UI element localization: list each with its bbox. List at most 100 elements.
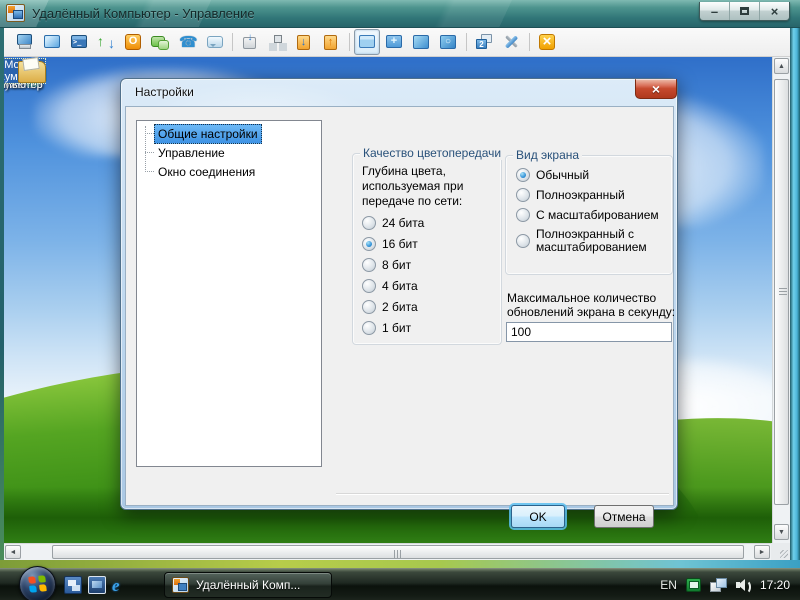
tree-item[interactable]: Окно соединения (154, 162, 321, 181)
desktop-icon-my-documents[interactable]: Мои документы (4, 57, 48, 85)
paste-download-button[interactable] (291, 29, 317, 55)
message-button[interactable] (201, 29, 227, 55)
view-fullscreen-scaled-button[interactable] (435, 29, 461, 55)
color-depth-radio[interactable]: 1 бит (362, 321, 424, 335)
cancel-button[interactable]: Отмена (594, 505, 654, 528)
color-depth-radio[interactable]: 2 бита (362, 300, 424, 314)
horizontal-scroll-thumb[interactable] (52, 545, 744, 559)
tree-item[interactable]: Управление (154, 143, 321, 162)
radio-icon (362, 279, 376, 293)
view-scaled-icon (411, 32, 431, 52)
close-icon: × (771, 5, 779, 18)
view-normal-button[interactable] (354, 29, 380, 55)
radio-icon (362, 237, 376, 251)
window-title: Удалённый Компьютер - Управление (32, 6, 255, 21)
file-transfer-button[interactable] (93, 29, 119, 55)
paste-download-icon (294, 32, 314, 52)
horizontal-scrollbar[interactable]: ◄ ► (4, 543, 771, 560)
taskbar: e Удалённый Комп... EN 17:20 (0, 568, 800, 600)
tray-volume-icon[interactable] (736, 578, 751, 592)
close-icon: × (652, 82, 660, 96)
dialog-close-button[interactable]: × (635, 79, 677, 99)
import-file-button[interactable] (237, 29, 263, 55)
call-icon (177, 32, 197, 52)
ok-button[interactable]: OK (511, 505, 565, 528)
radio-icon (516, 168, 530, 182)
color-depth-radio[interactable]: 16 бит (362, 237, 424, 251)
quicklaunch-remote-desktop[interactable] (88, 576, 106, 594)
color-depth-radio[interactable]: 24 бита (362, 216, 424, 230)
max-updates-input[interactable] (506, 322, 672, 342)
minimize-icon: – (711, 5, 718, 18)
maximize-button[interactable] (730, 2, 760, 20)
paste-upload-icon (321, 32, 341, 52)
screen: Удалённый Компьютер - Управление – × (0, 0, 800, 600)
remote-desktop-button[interactable] (12, 29, 38, 55)
settings-button[interactable] (498, 29, 524, 55)
tray-clock[interactable]: 17:20 (760, 578, 790, 592)
window-border-right (790, 28, 800, 560)
quicklaunch-switch-windows[interactable] (64, 576, 82, 594)
components-icon (267, 32, 287, 52)
remote-desktop-icon (15, 32, 35, 52)
maximize-icon (740, 7, 749, 15)
vertical-scroll-thumb[interactable] (774, 79, 789, 505)
vertical-scrollbar[interactable]: ▲ ▼ (772, 57, 790, 543)
start-button[interactable] (19, 566, 56, 600)
dialog-title: Настройки (135, 85, 194, 99)
system-tray: EN 17:20 (660, 569, 794, 600)
disconnect-icon (537, 32, 557, 52)
screen-view-radio[interactable]: Полноэкранный с масштабированием (516, 228, 659, 254)
tray-network-icon[interactable] (710, 578, 727, 592)
monitor-button[interactable] (39, 29, 65, 55)
group-title: Вид экрана (513, 148, 582, 162)
thumb-grip (394, 550, 403, 558)
tree-item[interactable]: Общие настройки (154, 124, 321, 143)
disconnect-button[interactable] (534, 29, 560, 55)
paste-upload-button[interactable] (318, 29, 344, 55)
close-button[interactable]: × (760, 2, 789, 20)
screen-view-group: Вид экрана Обычный Полноэкранный (505, 155, 673, 275)
title-bar: Удалённый Компьютер - Управление – × (0, 0, 800, 28)
view-normal-icon (357, 32, 377, 52)
call-button[interactable] (174, 29, 200, 55)
console-button[interactable] (66, 29, 92, 55)
quicklaunch-internet-explorer[interactable]: e (112, 576, 130, 594)
view-scaled-button[interactable] (408, 29, 434, 55)
monitor-icon (42, 32, 62, 52)
minimize-button[interactable]: – (700, 2, 730, 20)
settings-dialog: Настройки × Общие настройки Управление (120, 78, 678, 510)
toolbar (4, 28, 790, 57)
scroll-up-button[interactable]: ▲ (774, 58, 789, 74)
import-file-icon (240, 32, 260, 52)
scroll-right-button[interactable]: ► (754, 545, 770, 559)
radio-icon (362, 300, 376, 314)
screen-view-radio[interactable]: С масштабированием (516, 208, 659, 222)
radio-icon (362, 216, 376, 230)
color-quality-group: Качество цветопередачи Глубина цвета, ис… (352, 153, 502, 345)
color-depth-radio[interactable]: 4 бита (362, 279, 424, 293)
settings-tree: Общие настройки Управление Окно соединен… (136, 120, 322, 467)
view-fullscreen-icon (384, 32, 404, 52)
view-fullscreen-scaled-icon (438, 32, 458, 52)
chat-icon (150, 32, 170, 52)
scroll-down-button[interactable]: ▼ (774, 524, 789, 540)
taskbar-task-button[interactable]: Удалённый Комп... (164, 572, 332, 598)
radio-icon (362, 258, 376, 272)
button-separator (336, 493, 669, 494)
max-updates-label: Максимальное количество обновлений экран… (507, 291, 679, 319)
color-depth-radio[interactable]: 8 бит (362, 258, 424, 272)
screen-view-radio[interactable]: Обычный (516, 168, 659, 182)
power-button[interactable] (120, 29, 146, 55)
tray-remote-desktop-icon[interactable] (686, 578, 701, 592)
app-icon (6, 4, 25, 22)
scrollbar-corner (771, 543, 790, 560)
language-indicator[interactable]: EN (660, 578, 677, 592)
view-fullscreen-button[interactable] (381, 29, 407, 55)
screen-view-radio[interactable]: Полноэкранный (516, 188, 659, 202)
file-transfer-icon (96, 32, 116, 52)
components-button[interactable] (264, 29, 290, 55)
new-session-button[interactable] (471, 29, 497, 55)
chat-button[interactable] (147, 29, 173, 55)
scroll-left-button[interactable]: ◄ (5, 545, 21, 559)
